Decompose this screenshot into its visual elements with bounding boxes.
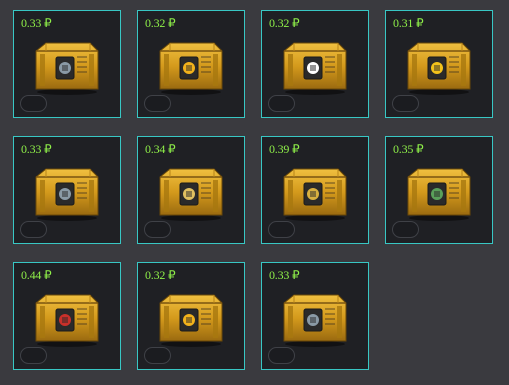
case-price: 0.33 ₽ bbox=[21, 142, 52, 156]
case-image bbox=[280, 163, 350, 221]
case-image bbox=[280, 289, 350, 347]
case-card[interactable]: 0.32 ₽ bbox=[137, 10, 245, 118]
case-image bbox=[404, 37, 474, 95]
case-image bbox=[32, 289, 102, 347]
case-card[interactable]: 0.33 ₽ bbox=[13, 136, 121, 244]
select-toggle[interactable] bbox=[144, 347, 171, 364]
select-toggle[interactable] bbox=[20, 347, 47, 364]
case-card[interactable]: 0.33 ₽ bbox=[13, 10, 121, 118]
case-price: 0.44 ₽ bbox=[21, 268, 52, 282]
case-card[interactable]: 0.44 ₽ bbox=[13, 262, 121, 370]
select-toggle[interactable] bbox=[392, 95, 419, 112]
case-price: 0.32 ₽ bbox=[269, 16, 300, 30]
case-image bbox=[156, 163, 226, 221]
case-price: 0.32 ₽ bbox=[145, 268, 176, 282]
case-image bbox=[156, 37, 226, 95]
case-image bbox=[32, 37, 102, 95]
select-toggle[interactable] bbox=[20, 95, 47, 112]
case-card[interactable]: 0.31 ₽ bbox=[385, 10, 493, 118]
case-price: 0.33 ₽ bbox=[269, 268, 300, 282]
case-price: 0.33 ₽ bbox=[21, 16, 52, 30]
case-price: 0.32 ₽ bbox=[145, 16, 176, 30]
case-price: 0.35 ₽ bbox=[393, 142, 424, 156]
case-card[interactable]: 0.34 ₽ bbox=[137, 136, 245, 244]
case-card[interactable]: 0.33 ₽ bbox=[261, 262, 369, 370]
case-price: 0.31 ₽ bbox=[393, 16, 424, 30]
select-toggle[interactable] bbox=[392, 221, 419, 238]
case-grid: 0.33 ₽ 0.32 ₽ 0.32 ₽ 0.31 ₽ 0.33 ₽ 0.34 … bbox=[0, 0, 509, 385]
case-card[interactable]: 0.32 ₽ bbox=[261, 10, 369, 118]
select-toggle[interactable] bbox=[144, 95, 171, 112]
case-card[interactable]: 0.39 ₽ bbox=[261, 136, 369, 244]
case-image bbox=[156, 289, 226, 347]
select-toggle[interactable] bbox=[20, 221, 47, 238]
select-toggle[interactable] bbox=[268, 95, 295, 112]
case-card[interactable]: 0.32 ₽ bbox=[137, 262, 245, 370]
select-toggle[interactable] bbox=[268, 347, 295, 364]
select-toggle[interactable] bbox=[268, 221, 295, 238]
case-image bbox=[32, 163, 102, 221]
case-card[interactable]: 0.35 ₽ bbox=[385, 136, 493, 244]
select-toggle[interactable] bbox=[144, 221, 171, 238]
case-image bbox=[280, 37, 350, 95]
case-image bbox=[404, 163, 474, 221]
case-price: 0.34 ₽ bbox=[145, 142, 176, 156]
case-price: 0.39 ₽ bbox=[269, 142, 300, 156]
